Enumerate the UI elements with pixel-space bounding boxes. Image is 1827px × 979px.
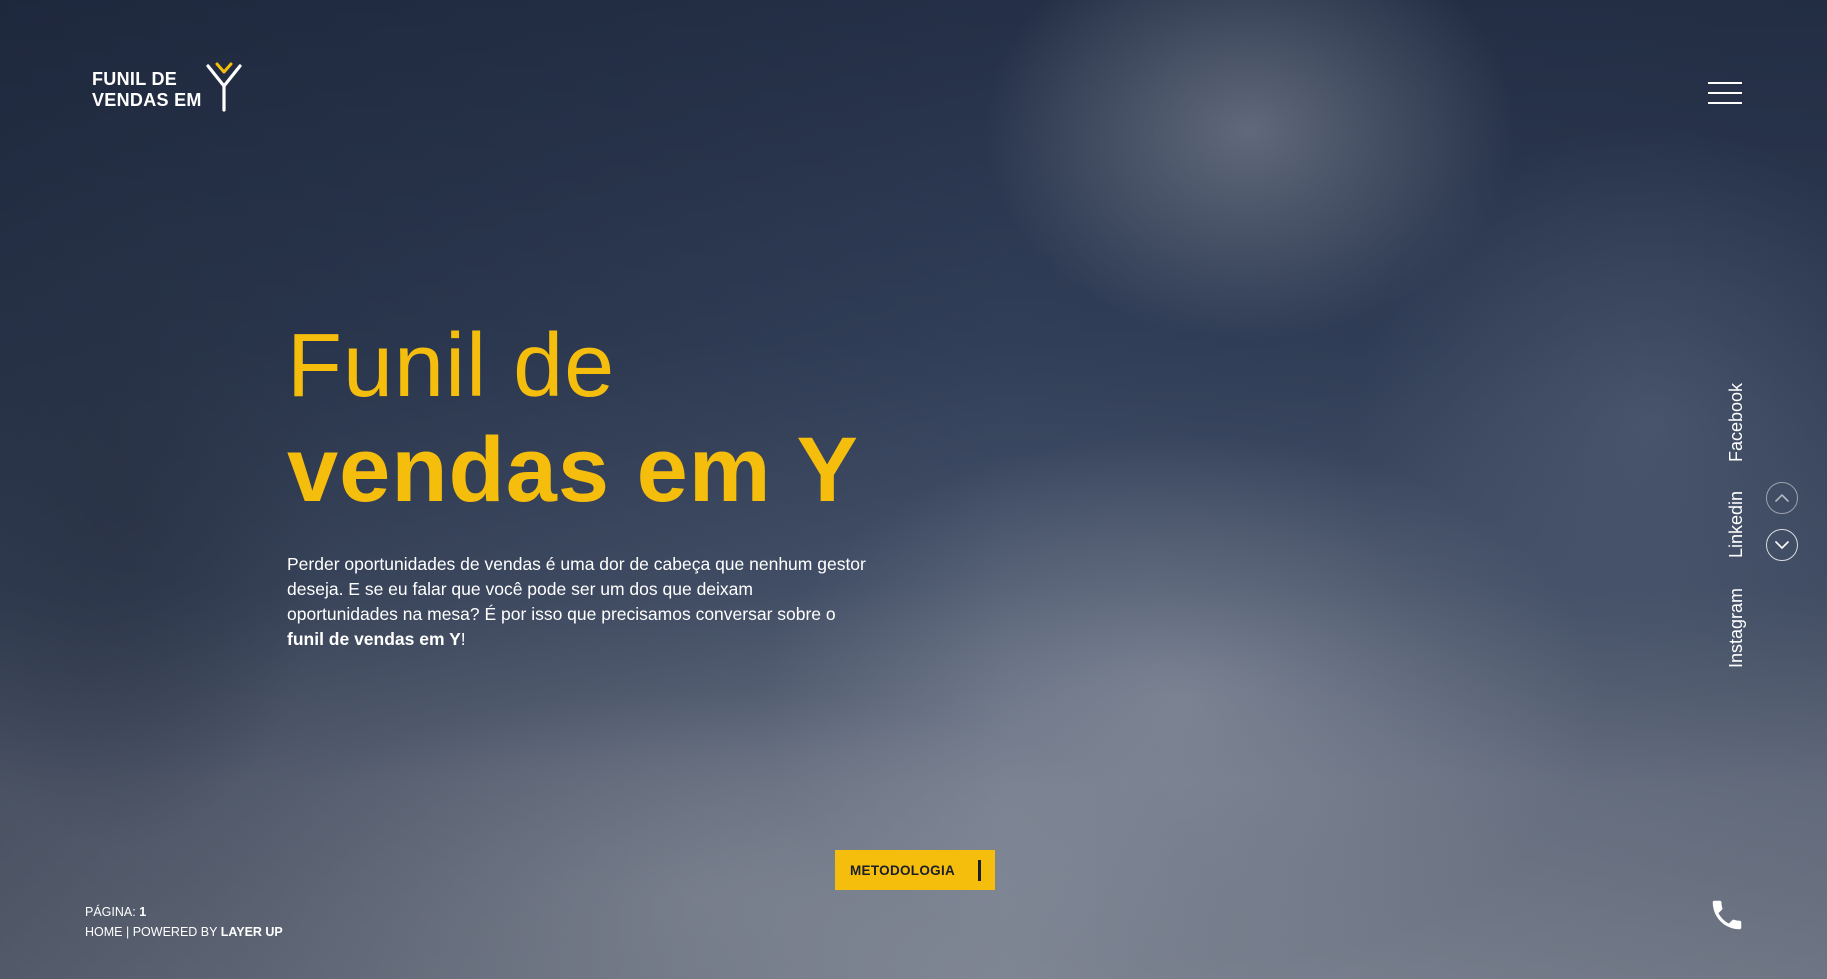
hero-background: FUNIL DE VENDAS EM Funil de vendas em Y …: [0, 0, 1827, 979]
hero-headline: Funil de vendas em Y: [287, 318, 859, 526]
hero-intro: Perder oportunidades de vendas é uma dor…: [287, 552, 867, 652]
layer-up-link[interactable]: LAYER UP: [221, 925, 283, 939]
page-indicator: PÁGINA: 1: [85, 902, 283, 922]
logo-line-2: VENDAS EM: [92, 90, 202, 110]
chevron-down-icon: [1775, 541, 1789, 549]
logo-text: FUNIL DE VENDAS EM: [92, 69, 202, 111]
facebook-link[interactable]: Facebook: [1726, 383, 1747, 462]
intro-end: !: [460, 629, 466, 649]
chevron-up-icon: [1775, 494, 1789, 502]
powered-by-label: POWERED BY: [132, 925, 218, 939]
menu-line: [1708, 92, 1742, 94]
scroll-up-button[interactable]: [1766, 482, 1798, 514]
social-links: Facebook Linkedin Instagram: [1726, 372, 1756, 672]
page-footer: PÁGINA: 1 HOME | POWERED BY LAYER UP: [85, 902, 283, 942]
home-link[interactable]: HOME: [85, 925, 123, 939]
page-number: 1: [139, 905, 147, 919]
phone-button[interactable]: [1708, 896, 1748, 936]
phone-icon: [1712, 900, 1742, 930]
menu-line: [1708, 102, 1742, 104]
footer-links: HOME | POWERED BY LAYER UP: [85, 922, 283, 942]
instagram-link[interactable]: Instagram: [1726, 588, 1747, 668]
page-label: PÁGINA:: [85, 905, 136, 919]
hamburger-menu-icon[interactable]: [1708, 82, 1742, 106]
metodologia-button[interactable]: METODOLOGIA: [835, 850, 995, 890]
linkedin-link[interactable]: Linkedin: [1726, 491, 1747, 558]
intro-text: Perder oportunidades de vendas é uma dor…: [287, 554, 866, 624]
footer-separator: |: [125, 925, 130, 939]
metodologia-label: METODOLOGIA: [850, 862, 956, 878]
headline-bold: vendas em Y: [287, 419, 859, 521]
headline-light: Funil de: [287, 316, 616, 416]
menu-line: [1708, 82, 1742, 84]
cta-bar-icon: [978, 860, 981, 881]
scroll-down-button[interactable]: [1766, 529, 1798, 561]
site-logo[interactable]: FUNIL DE VENDAS EM: [92, 62, 244, 114]
intro-bold: funil de vendas em Y: [287, 629, 461, 649]
logo-y-icon: [206, 62, 242, 112]
logo-line-1: FUNIL DE: [92, 69, 178, 89]
